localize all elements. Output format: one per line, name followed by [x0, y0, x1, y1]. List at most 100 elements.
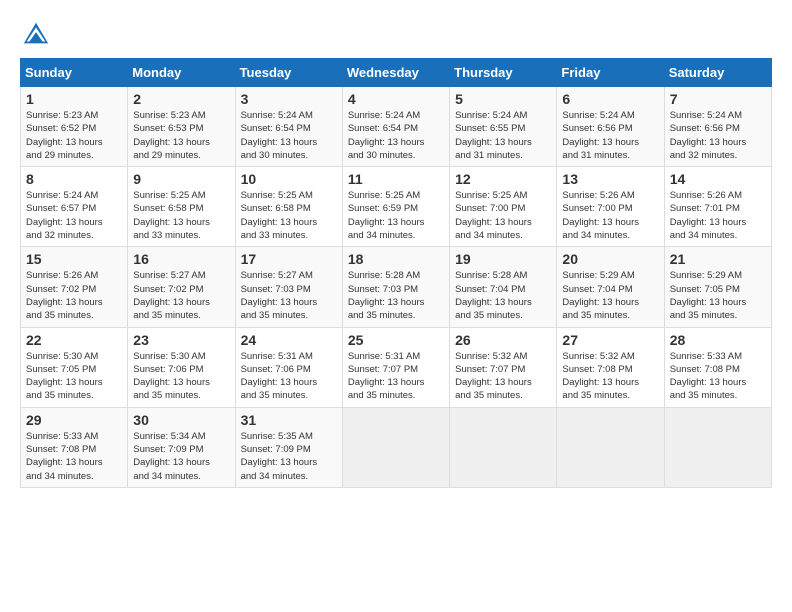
weekday-header: Monday	[128, 59, 235, 87]
day-number: 22	[26, 332, 122, 348]
calendar-cell: 23 Sunrise: 5:30 AMSunset: 7:06 PMDayligh…	[128, 327, 235, 407]
weekday-header: Saturday	[664, 59, 771, 87]
day-info: Sunrise: 5:30 AMSunset: 7:06 PMDaylight:…	[133, 350, 229, 403]
calendar-cell: 18 Sunrise: 5:28 AMSunset: 7:03 PMDayligh…	[342, 247, 449, 327]
page-header	[20, 20, 772, 48]
calendar-cell: 11 Sunrise: 5:25 AMSunset: 6:59 PMDayligh…	[342, 167, 449, 247]
day-info: Sunrise: 5:27 AMSunset: 7:02 PMDaylight:…	[133, 269, 229, 322]
calendar-table: SundayMondayTuesdayWednesdayThursdayFrid…	[20, 58, 772, 488]
day-info: Sunrise: 5:33 AMSunset: 7:08 PMDaylight:…	[670, 350, 766, 403]
day-number: 9	[133, 171, 229, 187]
calendar-cell: 31 Sunrise: 5:35 AMSunset: 7:09 PMDayligh…	[235, 407, 342, 487]
day-info: Sunrise: 5:23 AMSunset: 6:52 PMDaylight:…	[26, 109, 122, 162]
day-number: 18	[348, 251, 444, 267]
day-info: Sunrise: 5:24 AMSunset: 6:57 PMDaylight:…	[26, 189, 122, 242]
day-number: 27	[562, 332, 658, 348]
day-info: Sunrise: 5:28 AMSunset: 7:03 PMDaylight:…	[348, 269, 444, 322]
calendar-cell: 13Sunrise: 5:26 AMSunset: 7:00 PMDayligh…	[557, 167, 664, 247]
calendar-cell: 30 Sunrise: 5:34 AMSunset: 7:09 PMDayligh…	[128, 407, 235, 487]
calendar-cell: 10 Sunrise: 5:25 AMSunset: 6:58 PMDayligh…	[235, 167, 342, 247]
calendar-cell: 27 Sunrise: 5:32 AMSunset: 7:08 PMDayligh…	[557, 327, 664, 407]
day-info: Sunrise: 5:25 AMSunset: 7:00 PMDaylight:…	[455, 189, 551, 242]
day-info: Sunrise: 5:24 AMSunset: 6:56 PMDaylight:…	[562, 109, 658, 162]
day-number: 14	[670, 171, 766, 187]
day-number: 10	[241, 171, 337, 187]
day-number: 4	[348, 91, 444, 107]
day-number: 23	[133, 332, 229, 348]
logo-icon	[22, 20, 50, 48]
weekday-header: Wednesday	[342, 59, 449, 87]
day-number: 20	[562, 251, 658, 267]
calendar-cell: 3 Sunrise: 5:24 AMSunset: 6:54 PMDaylight…	[235, 87, 342, 167]
calendar-cell: 9 Sunrise: 5:25 AMSunset: 6:58 PMDaylight…	[128, 167, 235, 247]
day-info: Sunrise: 5:28 AMSunset: 7:04 PMDaylight:…	[455, 269, 551, 322]
day-info: Sunrise: 5:32 AMSunset: 7:07 PMDaylight:…	[455, 350, 551, 403]
day-info: Sunrise: 5:24 AMSunset: 6:56 PMDaylight:…	[670, 109, 766, 162]
day-number: 1	[26, 91, 122, 107]
calendar-cell: 28 Sunrise: 5:33 AMSunset: 7:08 PMDayligh…	[664, 327, 771, 407]
calendar-cell: 1 Sunrise: 5:23 AMSunset: 6:52 PMDaylight…	[21, 87, 128, 167]
weekday-header: Sunday	[21, 59, 128, 87]
calendar-cell: 21Sunrise: 5:29 AMSunset: 7:05 PMDayligh…	[664, 247, 771, 327]
calendar-cell: 19 Sunrise: 5:28 AMSunset: 7:04 PMDayligh…	[450, 247, 557, 327]
calendar-cell: 2Sunrise: 5:23 AMSunset: 6:53 PMDaylight…	[128, 87, 235, 167]
calendar-cell: 14 Sunrise: 5:26 AMSunset: 7:01 PMDayligh…	[664, 167, 771, 247]
calendar-cell	[450, 407, 557, 487]
calendar-cell: 24 Sunrise: 5:31 AMSunset: 7:06 PMDayligh…	[235, 327, 342, 407]
calendar-cell: 22 Sunrise: 5:30 AMSunset: 7:05 PMDayligh…	[21, 327, 128, 407]
day-number: 16	[133, 251, 229, 267]
calendar-cell: 4 Sunrise: 5:24 AMSunset: 6:54 PMDaylight…	[342, 87, 449, 167]
day-info: Sunrise: 5:34 AMSunset: 7:09 PMDaylight:…	[133, 430, 229, 483]
day-number: 17	[241, 251, 337, 267]
day-info: Sunrise: 5:26 AMSunset: 7:02 PMDaylight:…	[26, 269, 122, 322]
day-info: Sunrise: 5:27 AMSunset: 7:03 PMDaylight:…	[241, 269, 337, 322]
day-info: Sunrise: 5:23 AMSunset: 6:53 PMDaylight:…	[133, 109, 229, 162]
calendar-cell: 8 Sunrise: 5:24 AMSunset: 6:57 PMDaylight…	[21, 167, 128, 247]
day-info: Sunrise: 5:35 AMSunset: 7:09 PMDaylight:…	[241, 430, 337, 483]
day-info: Sunrise: 5:33 AMSunset: 7:08 PMDaylight:…	[26, 430, 122, 483]
calendar-cell: 20 Sunrise: 5:29 AMSunset: 7:04 PMDayligh…	[557, 247, 664, 327]
calendar-cell	[664, 407, 771, 487]
calendar-cell: 29 Sunrise: 5:33 AMSunset: 7:08 PMDayligh…	[21, 407, 128, 487]
calendar-cell: 12 Sunrise: 5:25 AMSunset: 7:00 PMDayligh…	[450, 167, 557, 247]
day-number: 28	[670, 332, 766, 348]
day-number: 13	[562, 171, 658, 187]
day-info: Sunrise: 5:29 AMSunset: 7:05 PMDaylight:…	[670, 269, 766, 322]
calendar-cell: 26Sunrise: 5:32 AMSunset: 7:07 PMDayligh…	[450, 327, 557, 407]
day-info: Sunrise: 5:30 AMSunset: 7:05 PMDaylight:…	[26, 350, 122, 403]
calendar-cell	[342, 407, 449, 487]
day-info: Sunrise: 5:25 AMSunset: 6:58 PMDaylight:…	[133, 189, 229, 242]
day-number: 29	[26, 412, 122, 428]
day-number: 8	[26, 171, 122, 187]
calendar-cell: 6 Sunrise: 5:24 AMSunset: 6:56 PMDaylight…	[557, 87, 664, 167]
day-info: Sunrise: 5:26 AMSunset: 7:01 PMDaylight:…	[670, 189, 766, 242]
weekday-header: Thursday	[450, 59, 557, 87]
day-number: 12	[455, 171, 551, 187]
day-number: 5	[455, 91, 551, 107]
day-info: Sunrise: 5:25 AMSunset: 6:58 PMDaylight:…	[241, 189, 337, 242]
day-number: 6	[562, 91, 658, 107]
day-number: 7	[670, 91, 766, 107]
day-number: 3	[241, 91, 337, 107]
day-number: 31	[241, 412, 337, 428]
day-info: Sunrise: 5:31 AMSunset: 7:06 PMDaylight:…	[241, 350, 337, 403]
weekday-header: Tuesday	[235, 59, 342, 87]
weekday-header: Friday	[557, 59, 664, 87]
day-number: 19	[455, 251, 551, 267]
day-number: 11	[348, 171, 444, 187]
calendar-cell: 25Sunrise: 5:31 AMSunset: 7:07 PMDayligh…	[342, 327, 449, 407]
day-info: Sunrise: 5:29 AMSunset: 7:04 PMDaylight:…	[562, 269, 658, 322]
day-info: Sunrise: 5:24 AMSunset: 6:54 PMDaylight:…	[348, 109, 444, 162]
day-number: 15	[26, 251, 122, 267]
logo	[20, 20, 50, 48]
day-info: Sunrise: 5:32 AMSunset: 7:08 PMDaylight:…	[562, 350, 658, 403]
day-info: Sunrise: 5:31 AMSunset: 7:07 PMDaylight:…	[348, 350, 444, 403]
calendar-cell: 16 Sunrise: 5:27 AMSunset: 7:02 PMDayligh…	[128, 247, 235, 327]
day-number: 30	[133, 412, 229, 428]
day-info: Sunrise: 5:24 AMSunset: 6:54 PMDaylight:…	[241, 109, 337, 162]
calendar-cell: 5 Sunrise: 5:24 AMSunset: 6:55 PMDaylight…	[450, 87, 557, 167]
calendar-cell	[557, 407, 664, 487]
day-info: Sunrise: 5:24 AMSunset: 6:55 PMDaylight:…	[455, 109, 551, 162]
day-number: 24	[241, 332, 337, 348]
day-info: Sunrise: 5:25 AMSunset: 6:59 PMDaylight:…	[348, 189, 444, 242]
